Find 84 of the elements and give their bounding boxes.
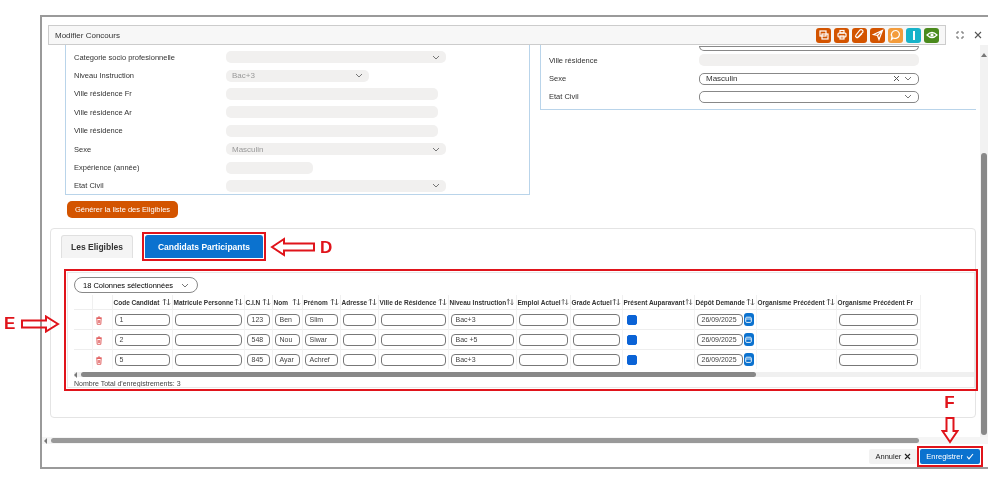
input-field[interactable] xyxy=(174,353,242,366)
chevron-icon xyxy=(432,54,440,60)
input-field[interactable] xyxy=(572,313,620,326)
arrow-icon xyxy=(941,416,960,444)
toolbar-button[interactable] xyxy=(870,27,885,43)
checkbox[interactable] xyxy=(626,314,637,325)
highlight-frame xyxy=(917,446,983,467)
input-field[interactable] xyxy=(518,333,568,346)
chevron-icon xyxy=(355,73,363,79)
input-field[interactable] xyxy=(699,45,919,51)
comment-icon xyxy=(888,28,903,42)
sort-icon[interactable] xyxy=(437,298,447,306)
chevron-icon xyxy=(181,282,190,288)
toolbar-button[interactable] xyxy=(924,27,939,43)
toolbar-button[interactable] xyxy=(906,27,921,43)
sort-icon[interactable] xyxy=(611,298,621,306)
input-field[interactable] xyxy=(342,313,376,326)
calendar-button[interactable] xyxy=(744,313,754,326)
input-field[interactable] xyxy=(380,313,446,326)
close-icon xyxy=(904,453,912,460)
dialog-title: Modifier Concours xyxy=(55,30,121,40)
vertical-scrollbar[interactable] xyxy=(980,45,988,437)
sort-icon[interactable] xyxy=(745,298,755,306)
sort-icon[interactable] xyxy=(684,298,693,306)
chevron-icon xyxy=(904,76,912,82)
chevron-icon xyxy=(432,146,440,152)
annotation-label: D xyxy=(320,238,333,256)
horizontal-scrollbar[interactable] xyxy=(42,437,988,444)
print-icon xyxy=(834,28,849,42)
clear-icon[interactable] xyxy=(893,75,900,83)
chevron-icon xyxy=(904,94,912,100)
input-field[interactable] xyxy=(380,353,446,366)
input-field[interactable] xyxy=(518,313,568,326)
info-icon xyxy=(912,30,915,40)
checkbox[interactable] xyxy=(626,354,637,365)
tab[interactable]: Candidats Participants xyxy=(144,235,264,258)
input-field[interactable] xyxy=(174,333,242,346)
sort-icon[interactable] xyxy=(367,298,377,306)
input-field[interactable] xyxy=(174,313,242,326)
toolbar-button[interactable] xyxy=(816,27,831,43)
trash-icon[interactable] xyxy=(94,315,103,325)
maximize-icon[interactable] xyxy=(956,31,964,39)
toolbar-button[interactable] xyxy=(852,27,867,43)
sort-icon[interactable] xyxy=(329,298,339,306)
sort-icon[interactable] xyxy=(261,298,271,306)
input-field[interactable] xyxy=(518,353,568,366)
trash-icon[interactable] xyxy=(94,335,103,345)
input-field[interactable] xyxy=(838,353,918,366)
calendar-button[interactable] xyxy=(744,353,754,366)
sort-icon[interactable] xyxy=(161,298,171,306)
calendar-button[interactable] xyxy=(744,333,754,346)
check-icon xyxy=(966,453,974,460)
calendar-icon xyxy=(745,356,753,363)
horizontal-scrollbar[interactable] xyxy=(74,372,974,377)
calendar-icon xyxy=(745,336,753,343)
close-icon[interactable] xyxy=(974,31,982,39)
annotation-label: E xyxy=(4,315,16,332)
trash-icon[interactable] xyxy=(94,355,103,365)
select-field: Bac+3 xyxy=(226,69,369,82)
sort-icon[interactable] xyxy=(291,298,301,306)
arrow-icon xyxy=(270,236,317,257)
select-field: Masculin xyxy=(226,143,446,156)
sort-icon[interactable] xyxy=(560,298,569,306)
input-field[interactable] xyxy=(572,353,620,366)
sort-icon[interactable] xyxy=(825,298,835,306)
input-field[interactable] xyxy=(342,333,376,346)
chevron-icon xyxy=(432,183,440,189)
sort-icon[interactable] xyxy=(233,298,243,306)
input-field[interactable] xyxy=(838,333,918,346)
toolbar-button[interactable] xyxy=(834,27,849,43)
input-field[interactable] xyxy=(838,313,918,326)
tab[interactable]: Les Eligibles xyxy=(61,235,133,258)
documents-icon xyxy=(816,28,831,42)
select-field[interactable] xyxy=(699,90,919,103)
checkbox[interactable] xyxy=(626,334,637,345)
sort-icon[interactable] xyxy=(506,298,515,306)
send-icon xyxy=(870,28,885,42)
select-field[interactable]: Masculin xyxy=(699,72,919,85)
input-field[interactable] xyxy=(572,333,620,346)
input-field[interactable] xyxy=(380,333,446,346)
input-field[interactable] xyxy=(342,353,376,366)
arrow-icon xyxy=(20,315,60,333)
annotation-label: F xyxy=(944,394,955,411)
calendar-icon xyxy=(745,316,753,323)
